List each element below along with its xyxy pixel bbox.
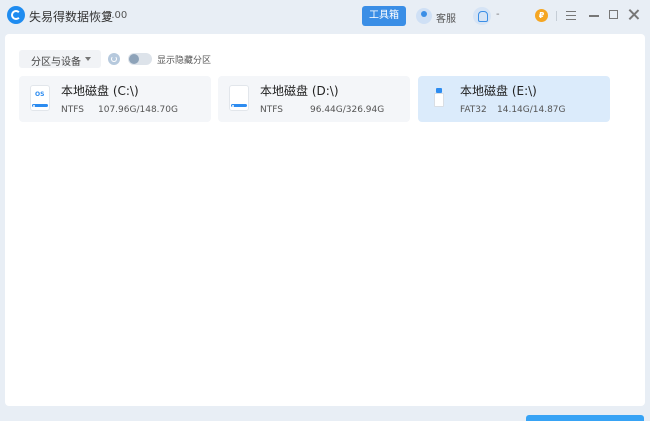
drive-filesystem: NTFS	[260, 105, 283, 115]
os-badge: OS	[35, 91, 45, 98]
drive-card-d[interactable]: 本地磁盘 (D:\) NTFS 96.44G/326.94G	[218, 76, 410, 122]
chevron-down-icon	[85, 57, 91, 61]
drive-name: 本地磁盘 (D:\)	[260, 84, 339, 98]
drive-card-c[interactable]: OS 本地磁盘 (C:\) NTFS 107.96G/148.70G	[19, 76, 211, 122]
drive-name: 本地磁盘 (E:\)	[460, 84, 537, 98]
os-drive-icon: OS	[30, 85, 50, 111]
drive-card-e[interactable]: 本地磁盘 (E:\) FAT32 14.14G/14.87G	[418, 76, 610, 122]
close-icon[interactable]	[628, 9, 639, 20]
drive-filesystem: FAT32	[460, 105, 487, 115]
customer-service-label[interactable]: 客服	[436, 10, 456, 25]
app-version: 7.00	[105, 10, 128, 21]
filter-label: 分区与设备	[31, 57, 81, 68]
show-hidden-label: 显示隐藏分区	[157, 56, 212, 66]
maximize-icon[interactable]	[609, 10, 618, 19]
refresh-icon[interactable]	[108, 53, 120, 65]
user-name[interactable]: -	[496, 9, 500, 20]
user-avatar-icon[interactable]	[473, 7, 491, 25]
usb-drive-icon	[434, 88, 444, 108]
header-divider	[556, 11, 557, 21]
start-recovery-button[interactable]	[526, 415, 644, 421]
main-panel: 分区与设备 显示隐藏分区 OS 本地磁盘 (C:\) NTFS 107.96G/…	[5, 34, 645, 406]
app-logo-icon	[7, 6, 25, 24]
title-bar: 失易得数据恢复 7.00 工具箱 客服 - ₽	[0, 0, 650, 33]
partition-filter-dropdown[interactable]: 分区与设备	[19, 50, 101, 68]
toolbox-button[interactable]: 工具箱	[362, 6, 406, 26]
drive-name: 本地磁盘 (C:\)	[61, 84, 139, 98]
drive-usage: 107.96G/148.70G	[98, 105, 178, 115]
vip-badge-icon[interactable]: ₽	[535, 9, 548, 22]
show-hidden-toggle[interactable]	[128, 53, 152, 65]
hard-drive-icon	[229, 85, 249, 111]
minimize-icon[interactable]	[589, 15, 599, 17]
toggle-knob	[129, 54, 139, 64]
drive-usage: 14.14G/14.87G	[497, 105, 566, 115]
customer-service-icon[interactable]	[416, 8, 432, 24]
drive-usage: 96.44G/326.94G	[310, 105, 385, 115]
app-title: 失易得数据恢复	[29, 10, 114, 24]
drive-filesystem: NTFS	[61, 105, 84, 115]
menu-icon[interactable]	[566, 11, 576, 20]
